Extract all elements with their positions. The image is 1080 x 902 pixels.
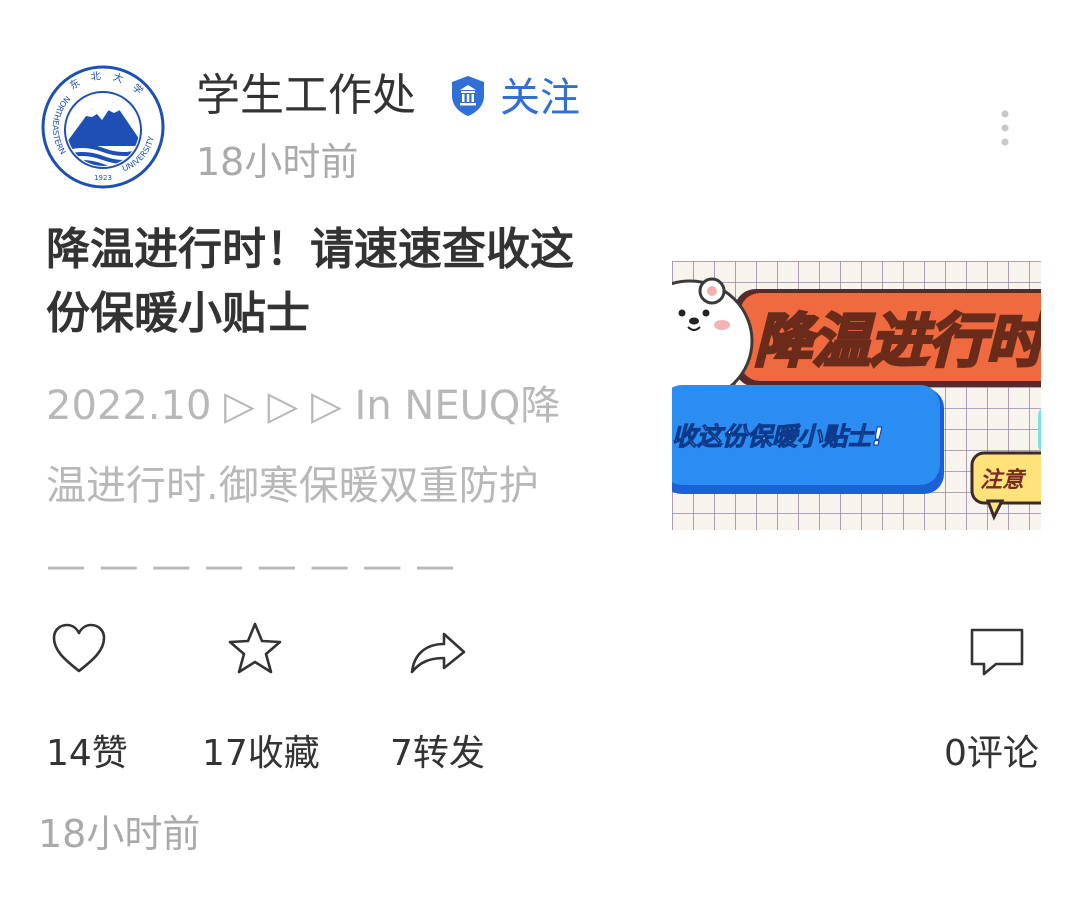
comment-bubble-icon[interactable] (966, 618, 1028, 680)
share-arrow-icon[interactable] (406, 618, 468, 680)
author-name[interactable]: 学生工作处 (196, 66, 416, 126)
author-avatar[interactable]: 东 北 大 学 NORTHEASTERN UNIVERSITY 1923 (40, 64, 166, 190)
post-timestamp: 18小时前 (196, 140, 359, 184)
more-options-icon[interactable] (992, 108, 1018, 148)
favorite-count[interactable]: 17收藏 (202, 726, 320, 782)
logo-year-text: 1923 (94, 174, 112, 182)
article-thumbnail[interactable]: 降温进行时 收这份保暖小贴士! 注意 (672, 261, 1041, 530)
like-heart-icon[interactable] (48, 618, 110, 680)
share-count[interactable]: 7转发 (390, 726, 485, 782)
favorite-star-icon[interactable] (224, 618, 286, 680)
footer-timestamp: 18小时前 (38, 812, 201, 856)
thumbnail-subline: 收这份保暖小贴士! (672, 422, 883, 451)
university-logo-icon: 东 北 大 学 NORTHEASTERN UNIVERSITY 1923 (41, 65, 165, 189)
thumbnail-tag: 注意 (980, 467, 1027, 493)
verified-badge-icon (452, 76, 484, 116)
post-card: 东 北 大 学 NORTHEASTERN UNIVERSITY 1923 学生工… (0, 0, 1080, 902)
like-count[interactable]: 14赞 (46, 726, 128, 782)
follow-button[interactable]: 关注 (500, 70, 580, 126)
article-summary[interactable]: 2022.10 ▷ ▷ ▷ In NEUQ降温进行时.御寒保暖双重防护 — — … (46, 366, 586, 606)
thumbnail-image: 降温进行时 收这份保暖小贴士! 注意 (672, 261, 1041, 530)
thumbnail-headline: 降温进行时 (754, 307, 1041, 375)
comment-count[interactable]: 0评论 (944, 726, 1039, 782)
article-title[interactable]: 降温进行时！请速速查收这份保暖小贴士 (46, 218, 606, 346)
